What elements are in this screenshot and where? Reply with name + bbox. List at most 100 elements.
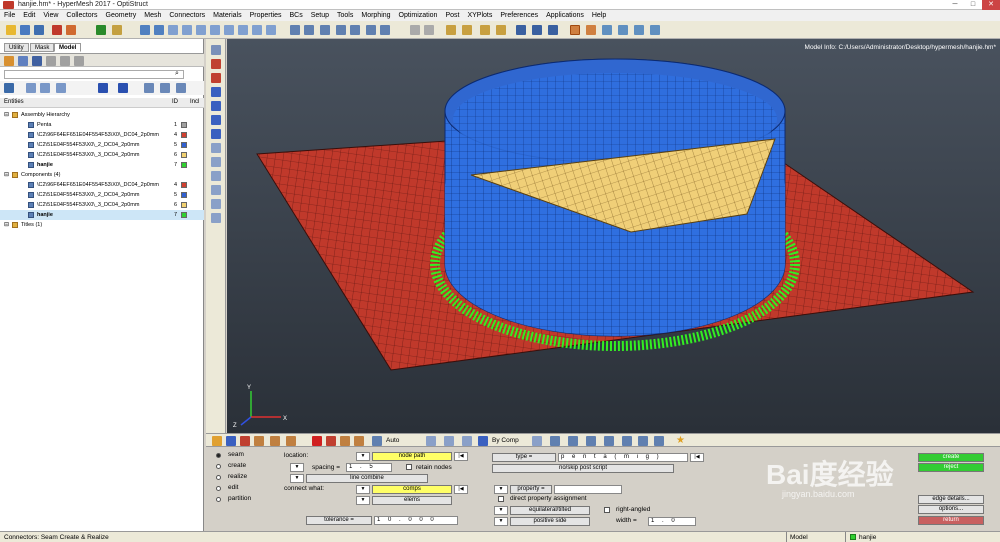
wireframe-icon[interactable] <box>211 73 221 83</box>
hide-entity-icon[interactable] <box>118 83 128 93</box>
color-swatch[interactable] <box>181 132 187 138</box>
vis-icon-3[interactable] <box>240 436 250 446</box>
delete-icon[interactable] <box>516 25 526 35</box>
minimize-button[interactable]: ─ <box>946 0 964 10</box>
radio-partition[interactable] <box>216 497 221 502</box>
zoom-window-icon[interactable] <box>290 25 300 35</box>
menu-tools[interactable]: Tools <box>337 12 353 19</box>
vis-icon-2[interactable] <box>226 436 236 446</box>
node-path-button[interactable]: node path <box>372 452 452 461</box>
color-swatch[interactable] <box>181 142 187 148</box>
tolerance-input[interactable]: 1 0 . 0 0 0 <box>374 516 458 525</box>
menu-file[interactable]: File <box>4 12 15 19</box>
show-icon[interactable] <box>98 83 108 93</box>
abc-label-icon[interactable] <box>211 171 221 181</box>
vis-icon-8[interactable] <box>326 436 336 446</box>
bycomp-dropdown[interactable]: By Comp <box>492 437 519 444</box>
loadcol-view-icon[interactable] <box>74 56 84 66</box>
color-swatch[interactable] <box>181 202 187 208</box>
reorder-icon[interactable] <box>496 25 506 35</box>
width-input[interactable]: 1 . 0 <box>648 517 696 526</box>
menu-geometry[interactable]: Geometry <box>106 12 137 19</box>
vis-icon-23[interactable] <box>654 436 664 446</box>
collector-icon[interactable] <box>112 25 122 35</box>
redo-icon[interactable] <box>424 25 434 35</box>
tree-row[interactable]: ⊟ Components (4) <box>0 170 204 180</box>
graphics-viewport[interactable]: Model Info: C:/Users/Administrator/Deskt… <box>227 39 1000 433</box>
import-icon[interactable] <box>52 25 62 35</box>
view-3d-icon[interactable] <box>266 25 276 35</box>
element-shrink-icon[interactable] <box>211 101 221 111</box>
tree-row[interactable]: ⊟ Assembly Hierarchy <box>0 110 204 120</box>
edit-icon[interactable] <box>548 25 558 35</box>
mask-icon[interactable] <box>480 25 490 35</box>
numbers-icon[interactable] <box>211 143 221 153</box>
property-label[interactable]: property = <box>510 485 552 494</box>
vis-icon-13[interactable] <box>444 436 454 446</box>
fit-icon[interactable] <box>168 25 178 35</box>
equilateral-switch[interactable]: ▼ <box>494 506 508 515</box>
abc-tag-icon[interactable] <box>211 185 221 195</box>
magnify-icon[interactable] <box>304 25 314 35</box>
radio-create[interactable] <box>216 464 221 469</box>
vis-icon-21[interactable] <box>622 436 632 446</box>
radio-edit[interactable] <box>216 486 221 491</box>
find-icon[interactable] <box>462 25 472 35</box>
view-side-icon[interactable] <box>196 25 206 35</box>
refresh-icon[interactable] <box>320 25 330 35</box>
view-front-icon[interactable] <box>182 25 192 35</box>
tab-model[interactable]: Model <box>54 43 82 52</box>
close-button[interactable]: ✕ <box>982 0 1000 10</box>
menu-xyplots[interactable]: XYPlots <box>467 12 492 19</box>
panel-1-icon[interactable] <box>570 25 580 35</box>
menu-help[interactable]: Help <box>592 12 606 19</box>
color-swatch[interactable] <box>181 182 187 188</box>
filter-icon[interactable] <box>4 83 14 93</box>
user-profile-icon[interactable] <box>96 25 106 35</box>
tree-row[interactable]: hanjie 7 <box>0 210 204 220</box>
menu-post[interactable]: Post <box>445 12 459 19</box>
side-switch[interactable]: ▼ <box>494 517 508 526</box>
group-icon[interactable] <box>56 83 66 93</box>
spacing-switch[interactable]: ▼ <box>290 463 304 472</box>
menu-edit[interactable]: Edit <box>23 12 35 19</box>
create-button[interactable]: create <box>918 453 984 462</box>
vis-icon-14[interactable] <box>462 436 472 446</box>
menu-applications[interactable]: Applications <box>546 12 584 19</box>
vis-icon-9[interactable] <box>340 436 350 446</box>
panel-6-icon[interactable] <box>650 25 660 35</box>
search-icon[interactable]: ⌕ <box>175 70 179 78</box>
panel-5-icon[interactable] <box>634 25 644 35</box>
tree-row[interactable]: ⊟ Titles (1) <box>0 220 204 230</box>
panel-2-icon[interactable] <box>586 25 596 35</box>
expand-toggle-icon[interactable]: ⊟ <box>4 220 9 230</box>
auto-dropdown[interactable]: Auto <box>386 437 399 444</box>
tree-row[interactable]: \C2\51E04F554F53\X0\_2_DC04_2p0mm 5 <box>0 140 204 150</box>
color-swatch[interactable] <box>181 162 187 168</box>
reject-button[interactable]: reject <box>918 463 984 472</box>
property-view-icon[interactable] <box>46 56 56 66</box>
element-color-icon[interactable] <box>211 87 221 97</box>
bycomp-icon[interactable] <box>478 436 488 446</box>
view-top-icon[interactable] <box>210 25 220 35</box>
elems-button[interactable]: elems <box>372 496 452 505</box>
expand-toggle-icon[interactable]: ⊟ <box>4 110 9 120</box>
reverse-icon[interactable] <box>176 83 186 93</box>
expand-toggle-icon[interactable]: ⊟ <box>4 170 9 180</box>
shaded-icon[interactable] <box>211 59 221 69</box>
tree-row[interactable]: \C2\51E04F554F53\X0\_3_DC04_2p0mm 6 <box>0 150 204 160</box>
vis-icon-10[interactable] <box>354 436 364 446</box>
vis-icon-20[interactable] <box>604 436 614 446</box>
comps-button[interactable]: comps <box>372 485 452 494</box>
panel-4-icon[interactable] <box>618 25 628 35</box>
hand-icon[interactable] <box>336 25 346 35</box>
menu-optimization[interactable]: Optimization <box>399 12 438 19</box>
location-reset[interactable]: |◀ <box>454 452 468 461</box>
right-angled-checkbox[interactable] <box>604 507 610 513</box>
maximize-button[interactable]: □ <box>964 0 982 10</box>
open-file-icon[interactable] <box>20 25 30 35</box>
export-icon[interactable] <box>66 25 76 35</box>
section-icon[interactable] <box>211 213 221 223</box>
measure-icon[interactable] <box>211 199 221 209</box>
return-button[interactable]: return <box>918 516 984 525</box>
